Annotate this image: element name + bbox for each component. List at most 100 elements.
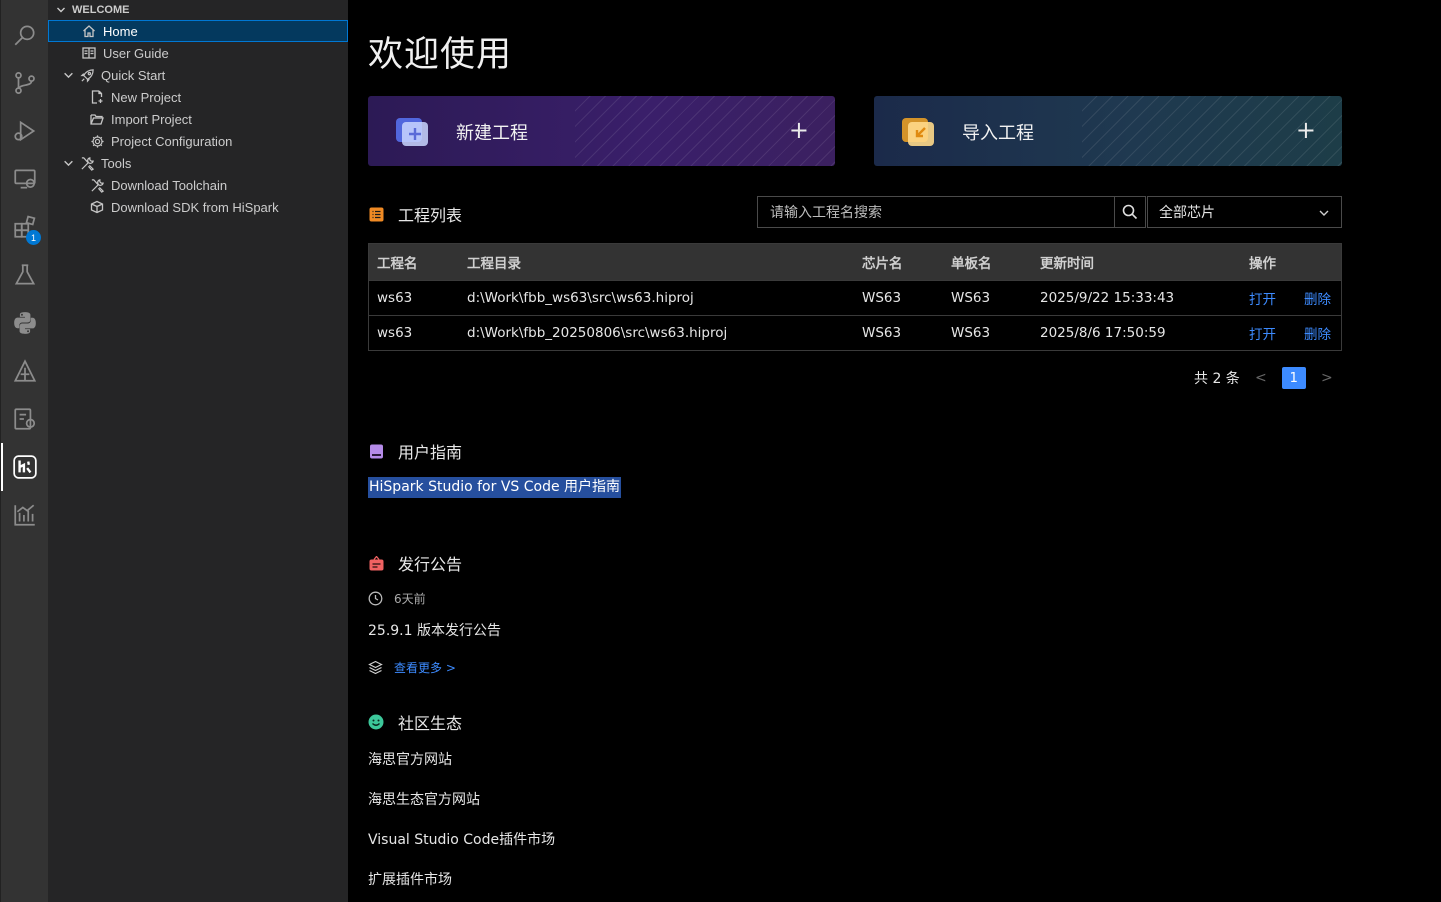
actions: 打开 删除 bbox=[1240, 323, 1340, 343]
sidebar-item-new-project[interactable]: New Project bbox=[48, 86, 348, 108]
delete-project-link[interactable]: 删除 bbox=[1304, 323, 1331, 343]
run-debug-icon[interactable] bbox=[1, 107, 49, 155]
smile-icon bbox=[368, 714, 384, 730]
search-icon[interactable] bbox=[1, 11, 49, 59]
table-row: ws63 d:\Work\fbb_20250806\src\ws63.hipro… bbox=[369, 315, 1341, 350]
view-more-link[interactable]: 查看更多 > bbox=[394, 659, 456, 676]
project-table: 工程名 工程目录 芯片名 单板名 更新时间 操作 ws63 d:\Work\fb… bbox=[368, 243, 1342, 351]
new-project-label: 新建工程 bbox=[456, 123, 528, 144]
sidebar-item-import-project[interactable]: Import Project bbox=[48, 108, 348, 130]
tools-icon bbox=[79, 155, 95, 171]
sidebar-item-home[interactable]: Home bbox=[48, 20, 348, 42]
release-time-text: 6天前 bbox=[394, 592, 426, 606]
chevron-down-icon bbox=[54, 3, 68, 17]
community-header: 社区生态 bbox=[368, 710, 462, 734]
sidebar-item-download-sdk[interactable]: Download SDK from HiSpark bbox=[48, 196, 348, 218]
welcome-page: 欢迎使用 新建工程 + 导入工程 + 工程列表 请输入工程名搜索 全部芯片 工程… bbox=[348, 0, 1441, 902]
search-button[interactable] bbox=[1114, 196, 1146, 228]
page-number-button[interactable]: 1 bbox=[1281, 367, 1306, 389]
community-link[interactable]: 扩展插件市场 bbox=[368, 869, 452, 889]
rocket-icon bbox=[79, 67, 95, 83]
next-page-button[interactable]: > bbox=[1316, 370, 1338, 386]
welcome-section-label: WELCOME bbox=[72, 4, 130, 16]
release-notes-title: 发行公告 bbox=[398, 555, 463, 574]
user-guide-header: 用户指南 bbox=[368, 439, 462, 463]
project-name: ws63 bbox=[377, 290, 413, 306]
sidebar-item-download-toolchain[interactable]: Download Toolchain bbox=[48, 174, 348, 196]
testing-flask-icon[interactable] bbox=[1, 251, 49, 299]
gear-icon bbox=[89, 133, 105, 149]
project-search-input[interactable]: 请输入工程名搜索 bbox=[757, 196, 1115, 228]
column-header: 单板名 bbox=[951, 256, 992, 272]
release-time: 6天前 bbox=[368, 590, 426, 607]
extensions-icon[interactable]: 1 bbox=[1, 203, 49, 251]
update-time: 2025/8/6 17:50:59 bbox=[1040, 325, 1166, 341]
hispark-icon[interactable] bbox=[1, 443, 49, 491]
table-row: ws63 d:\Work\fbb_ws63\src\ws63.hiproj WS… bbox=[369, 280, 1341, 315]
sidebar-item-project-configuration[interactable]: Project Configuration bbox=[48, 130, 348, 152]
open-project-link[interactable]: 打开 bbox=[1249, 288, 1276, 308]
sidebar-item-label: User Guide bbox=[103, 45, 169, 61]
release-notes-header: 发行公告 bbox=[368, 551, 462, 575]
welcome-section-header[interactable]: WELCOME bbox=[48, 0, 348, 20]
folder-open-icon bbox=[89, 111, 105, 127]
community-link[interactable]: 海思生态官方网站 bbox=[368, 789, 480, 809]
sidebar-item-label: Import Project bbox=[111, 111, 192, 127]
sidebar-item-label: Project Configuration bbox=[111, 133, 233, 149]
sidebar-item-tools[interactable]: Tools bbox=[48, 152, 348, 174]
python-icon[interactable] bbox=[1, 299, 49, 347]
source-control-icon[interactable] bbox=[1, 59, 49, 107]
release-notice-link[interactable]: 25.9.1 版本发行公告 bbox=[368, 620, 501, 640]
prev-page-button[interactable]: < bbox=[1250, 370, 1272, 386]
chevron-down-icon bbox=[61, 156, 75, 170]
plus-icon: + bbox=[788, 116, 809, 144]
new-project-card[interactable]: 新建工程 + bbox=[368, 96, 835, 166]
device-settings-icon[interactable] bbox=[1, 395, 49, 443]
sidebar-item-label: Quick Start bbox=[101, 67, 166, 83]
view-more-row: 查看更多 > bbox=[368, 659, 456, 676]
clock-icon bbox=[368, 591, 383, 606]
community-link[interactable]: Visual Studio Code插件市场 bbox=[368, 829, 555, 849]
search-icon bbox=[1122, 204, 1138, 220]
chip-name: WS63 bbox=[862, 325, 902, 341]
page-title: 欢迎使用 bbox=[368, 35, 513, 75]
remote-explorer-icon[interactable] bbox=[1, 155, 49, 203]
import-project-label: 导入工程 bbox=[962, 123, 1034, 144]
user-guide-link[interactable]: HiSpark Studio for VS Code 用户指南 bbox=[368, 477, 622, 498]
announcement-icon bbox=[368, 555, 384, 571]
chevron-down-icon bbox=[61, 68, 75, 82]
sidebar-item-label: Tools bbox=[101, 155, 132, 171]
chip-filter-value: 全部芯片 bbox=[1159, 205, 1215, 221]
update-time: 2025/9/22 15:33:43 bbox=[1040, 290, 1175, 306]
layers-icon bbox=[368, 660, 383, 675]
chip-filter-select[interactable]: 全部芯片 bbox=[1147, 196, 1342, 228]
deploy-icon[interactable] bbox=[1, 347, 49, 395]
import-project-card[interactable]: 导入工程 + bbox=[874, 96, 1342, 166]
sidebar-item-quick-start[interactable]: Quick Start bbox=[48, 64, 348, 86]
project-list-title: 工程列表 bbox=[398, 206, 463, 225]
analysis-chart-icon[interactable] bbox=[1, 491, 49, 539]
new-file-icon bbox=[89, 89, 105, 105]
pagination: 共 2 条 < 1 > bbox=[1194, 366, 1338, 390]
open-project-link[interactable]: 打开 bbox=[1249, 323, 1276, 343]
community-link[interactable]: 海思官方网站 bbox=[368, 749, 452, 769]
sidebar: WELCOME Home User Guide Quick Start New … bbox=[48, 0, 348, 902]
community-title: 社区生态 bbox=[398, 714, 463, 733]
table-header: 工程名 工程目录 芯片名 单板名 更新时间 操作 bbox=[369, 244, 1341, 280]
package-icon bbox=[89, 199, 105, 215]
column-header: 更新时间 bbox=[1040, 256, 1094, 272]
sidebar-item-user-guide[interactable]: User Guide bbox=[48, 42, 348, 64]
column-header: 工程目录 bbox=[467, 256, 521, 272]
chip-name: WS63 bbox=[862, 290, 902, 306]
project-dir: d:\Work\fbb_ws63\src\ws63.hiproj bbox=[467, 290, 694, 306]
board-name: WS63 bbox=[951, 325, 991, 341]
delete-project-link[interactable]: 删除 bbox=[1304, 288, 1331, 308]
column-header: 芯片名 bbox=[862, 256, 903, 272]
board-name: WS63 bbox=[951, 290, 991, 306]
home-icon bbox=[81, 23, 97, 39]
sidebar-item-label: Download Toolchain bbox=[111, 177, 228, 193]
new-project-icon bbox=[396, 118, 428, 146]
sidebar-item-label: Download SDK from HiSpark bbox=[111, 199, 279, 215]
project-list-header: 工程列表 bbox=[368, 202, 462, 226]
actions: 打开 删除 bbox=[1240, 288, 1340, 308]
